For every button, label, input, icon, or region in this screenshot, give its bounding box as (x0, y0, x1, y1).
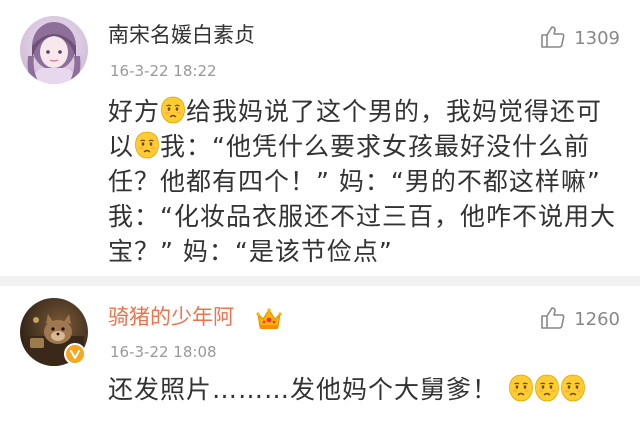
verified-badge-icon (64, 343, 86, 365)
timestamp: 16-3-22 18:08 (110, 343, 217, 361)
like-count: 1309 (574, 28, 620, 49)
vip-crown-icon[interactable] (255, 305, 283, 333)
smirk-emoji-icon (160, 96, 186, 124)
thumbs-up-icon (540, 25, 566, 53)
smirk-emoji-icon (560, 374, 586, 402)
comment-text-part: 还发照片………发他妈个大舅爹！ (108, 375, 499, 404)
comment-text-part: 我：“他凭什么要求女孩最好没什么前任？他都有四个！” 妈：“男的不都这样嘛” 我… (108, 132, 616, 266)
smirk-emoji-icon (508, 374, 534, 402)
username[interactable]: 南宋名媛白素贞 (108, 22, 255, 48)
like-count: 1260 (574, 309, 620, 330)
avatar[interactable] (20, 16, 88, 84)
comment-list: 南宋名媛白素贞 16-3-22 18:22 1309 好方 给我妈说了这个男的，我… (0, 0, 640, 421)
smirk-emoji-icon (534, 374, 560, 402)
comment-item: 骑猪的少年阿 16-3-22 18:08 1260 还发照片………发他妈个大舅爹… (0, 286, 640, 421)
smirk-emoji-icon (134, 131, 160, 159)
comment-divider (0, 276, 640, 286)
thumbs-up-icon (540, 306, 566, 334)
like-button[interactable]: 1309 (540, 25, 620, 53)
timestamp: 16-3-22 18:22 (110, 62, 217, 80)
comment-text-part: 好方 (108, 97, 161, 126)
username[interactable]: 骑猪的少年阿 (108, 304, 234, 330)
comment-text: 还发照片………发他妈个大舅爹！ (108, 372, 618, 407)
comment-item: 南宋名媛白素贞 16-3-22 18:22 1309 好方 给我妈说了这个男的，我… (0, 0, 640, 276)
comment-text: 好方 给我妈说了这个男的，我妈觉得还可以 我：“他凭什么要求女孩最好没什么前任？他都… (108, 94, 618, 269)
like-button[interactable]: 1260 (540, 306, 620, 334)
